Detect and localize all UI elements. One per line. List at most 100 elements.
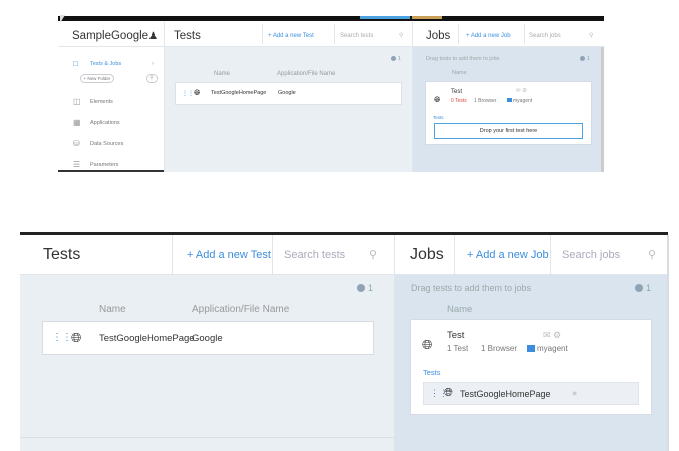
jobs-divider xyxy=(394,235,395,451)
database-icon: ⛁ xyxy=(73,139,80,148)
small-header-sep xyxy=(334,24,335,44)
app-title[interactable]: SampleGoogle... xyxy=(72,30,158,42)
jobs-title: Jobs xyxy=(426,30,451,42)
search-tests-input[interactable]: Search tests xyxy=(340,33,373,39)
tests-count-badge: 1 xyxy=(391,56,401,62)
folder-search-icon[interactable]: ⚲ xyxy=(146,74,158,83)
header-sep xyxy=(550,235,551,274)
column-header-name[interactable]: Name xyxy=(214,71,230,77)
job-actions-icon[interactable]: ✉ ⚙ xyxy=(516,88,527,94)
search-icon[interactable]: ⚲ xyxy=(369,248,377,261)
large-screenshot: Tests + Add a new Test Search tests ⚲ Jo… xyxy=(0,232,679,451)
job-actions-icon[interactable]: ✉ ⚙ xyxy=(543,330,561,341)
small-top-bar xyxy=(58,16,604,21)
remove-test-icon[interactable]: ● xyxy=(572,388,577,398)
small-scrollbar[interactable] xyxy=(601,47,604,172)
job-browsers: 1 Browser xyxy=(481,344,518,353)
job-title[interactable]: Test xyxy=(447,330,464,341)
test-name[interactable]: TestGoogleHomePage xyxy=(99,333,195,344)
small-header-sep xyxy=(458,24,459,44)
header-sep xyxy=(272,235,273,274)
column-header-app[interactable]: Application/File Name xyxy=(277,71,335,77)
jobs-count: 1 xyxy=(587,56,591,62)
job-tests-label: Tests xyxy=(433,115,444,120)
jobs-count: 1 xyxy=(646,283,652,293)
drag-hint: Drag tests to add them to jobs xyxy=(426,56,500,62)
header-divider xyxy=(20,274,668,275)
tests-count: 1 xyxy=(398,56,402,62)
drag-handle-icon[interactable]: ⋮⋮ xyxy=(52,332,72,343)
jobs-column-name[interactable]: Name xyxy=(452,70,467,76)
sidebar-item-elements[interactable]: Elements xyxy=(90,99,113,105)
small-screenshot: SampleGoogle... ♟ Tests + Add a new Test… xyxy=(0,0,679,180)
column-header-app[interactable]: Application/File Name xyxy=(192,304,289,315)
header-sep xyxy=(172,235,173,274)
folder-icon: □ xyxy=(73,59,78,68)
applications-icon: ▦ xyxy=(73,118,81,127)
agent-icon xyxy=(507,98,512,102)
small-tab-indicator-alt xyxy=(412,16,442,19)
small-tab-indicator xyxy=(360,16,410,19)
globe-icon: 🌐︎ xyxy=(71,330,82,345)
jobs-column-name[interactable]: Name xyxy=(447,304,472,315)
count-dot-icon xyxy=(391,56,396,62)
small-tests-panel xyxy=(165,47,412,172)
sidebar-item-parameters[interactable]: Parameters xyxy=(90,162,118,168)
globe-icon: 🌐︎ xyxy=(444,387,453,399)
tests-title: Tests xyxy=(174,30,201,42)
count-dot-icon xyxy=(635,284,643,292)
assigned-test-name[interactable]: TestGoogleHomePage xyxy=(460,389,551,399)
sidebar-item-tests-jobs[interactable]: Tests & Jobs xyxy=(90,61,121,67)
test-app: Google xyxy=(278,90,296,96)
top-border xyxy=(20,232,668,235)
drag-hint: Drag tests to add them to jobs xyxy=(411,283,532,293)
job-tests-count: 0 Tests xyxy=(451,98,467,104)
user-icon[interactable]: ♟ xyxy=(149,31,158,42)
elements-icon: ◫ xyxy=(73,97,81,106)
add-test-button[interactable]: + Add a new Test xyxy=(268,33,314,39)
sidebar-item-applications[interactable]: Applications xyxy=(90,120,120,126)
job-browsers: 1 Browser xyxy=(474,98,497,104)
header-sep xyxy=(454,235,455,274)
job-tests-count: 1 Test xyxy=(447,344,469,353)
tests-title: Tests xyxy=(43,246,81,263)
new-folder-button[interactable]: + New Folder xyxy=(80,74,114,83)
sidebar-item-data-sources[interactable]: Data Sources xyxy=(90,141,123,147)
tests-panel-bottom-line xyxy=(20,437,395,438)
job-title[interactable]: Test xyxy=(451,89,462,95)
tests-count-badge: 1 xyxy=(357,283,373,293)
count-dot-icon xyxy=(580,56,585,62)
search-tests-input[interactable]: Search tests xyxy=(284,249,345,261)
jobs-count-badge: 1 xyxy=(580,56,590,62)
search-jobs-input[interactable]: Search jobs xyxy=(529,33,561,39)
job-agent-label: myagent xyxy=(537,344,568,353)
globe-icon: 🌐︎ xyxy=(422,337,433,352)
job-agent-label: myagent xyxy=(513,98,533,104)
job-tests-label: Tests xyxy=(423,368,441,377)
scrollbar[interactable] xyxy=(667,235,669,451)
add-job-button[interactable]: + Add a new Job xyxy=(467,249,549,261)
drop-zone[interactable]: Drop your first test here xyxy=(434,123,583,139)
test-name[interactable]: TestGoogleHomePage xyxy=(211,90,266,96)
add-test-button[interactable]: + Add a new Test xyxy=(187,249,271,261)
globe-icon: 🌐︎ xyxy=(194,88,201,97)
sliders-icon: ☰ xyxy=(73,160,81,169)
chevron-right-icon[interactable]: › xyxy=(152,61,154,67)
agent-icon xyxy=(527,345,535,352)
search-jobs-input[interactable]: Search jobs xyxy=(562,249,620,261)
search-icon[interactable]: ⚲ xyxy=(589,32,593,39)
small-header-divider xyxy=(58,46,604,47)
small-jobs-divider xyxy=(412,22,413,172)
small-sidebar-divider xyxy=(164,22,165,172)
count-dot-icon xyxy=(357,284,365,292)
drag-handle-icon[interactable]: ⋮⋮ xyxy=(182,90,194,97)
add-job-button[interactable]: + Add a new Job xyxy=(466,33,511,39)
tests-count: 1 xyxy=(368,283,374,293)
jobs-count-badge: 1 xyxy=(635,283,651,293)
small-header-sep xyxy=(524,24,525,44)
search-icon[interactable]: ⚲ xyxy=(399,32,403,39)
search-icon[interactable]: ⚲ xyxy=(648,248,656,261)
job-agent: myagent xyxy=(507,98,532,104)
small-header-sep xyxy=(262,24,263,44)
column-header-name[interactable]: Name xyxy=(99,304,126,315)
